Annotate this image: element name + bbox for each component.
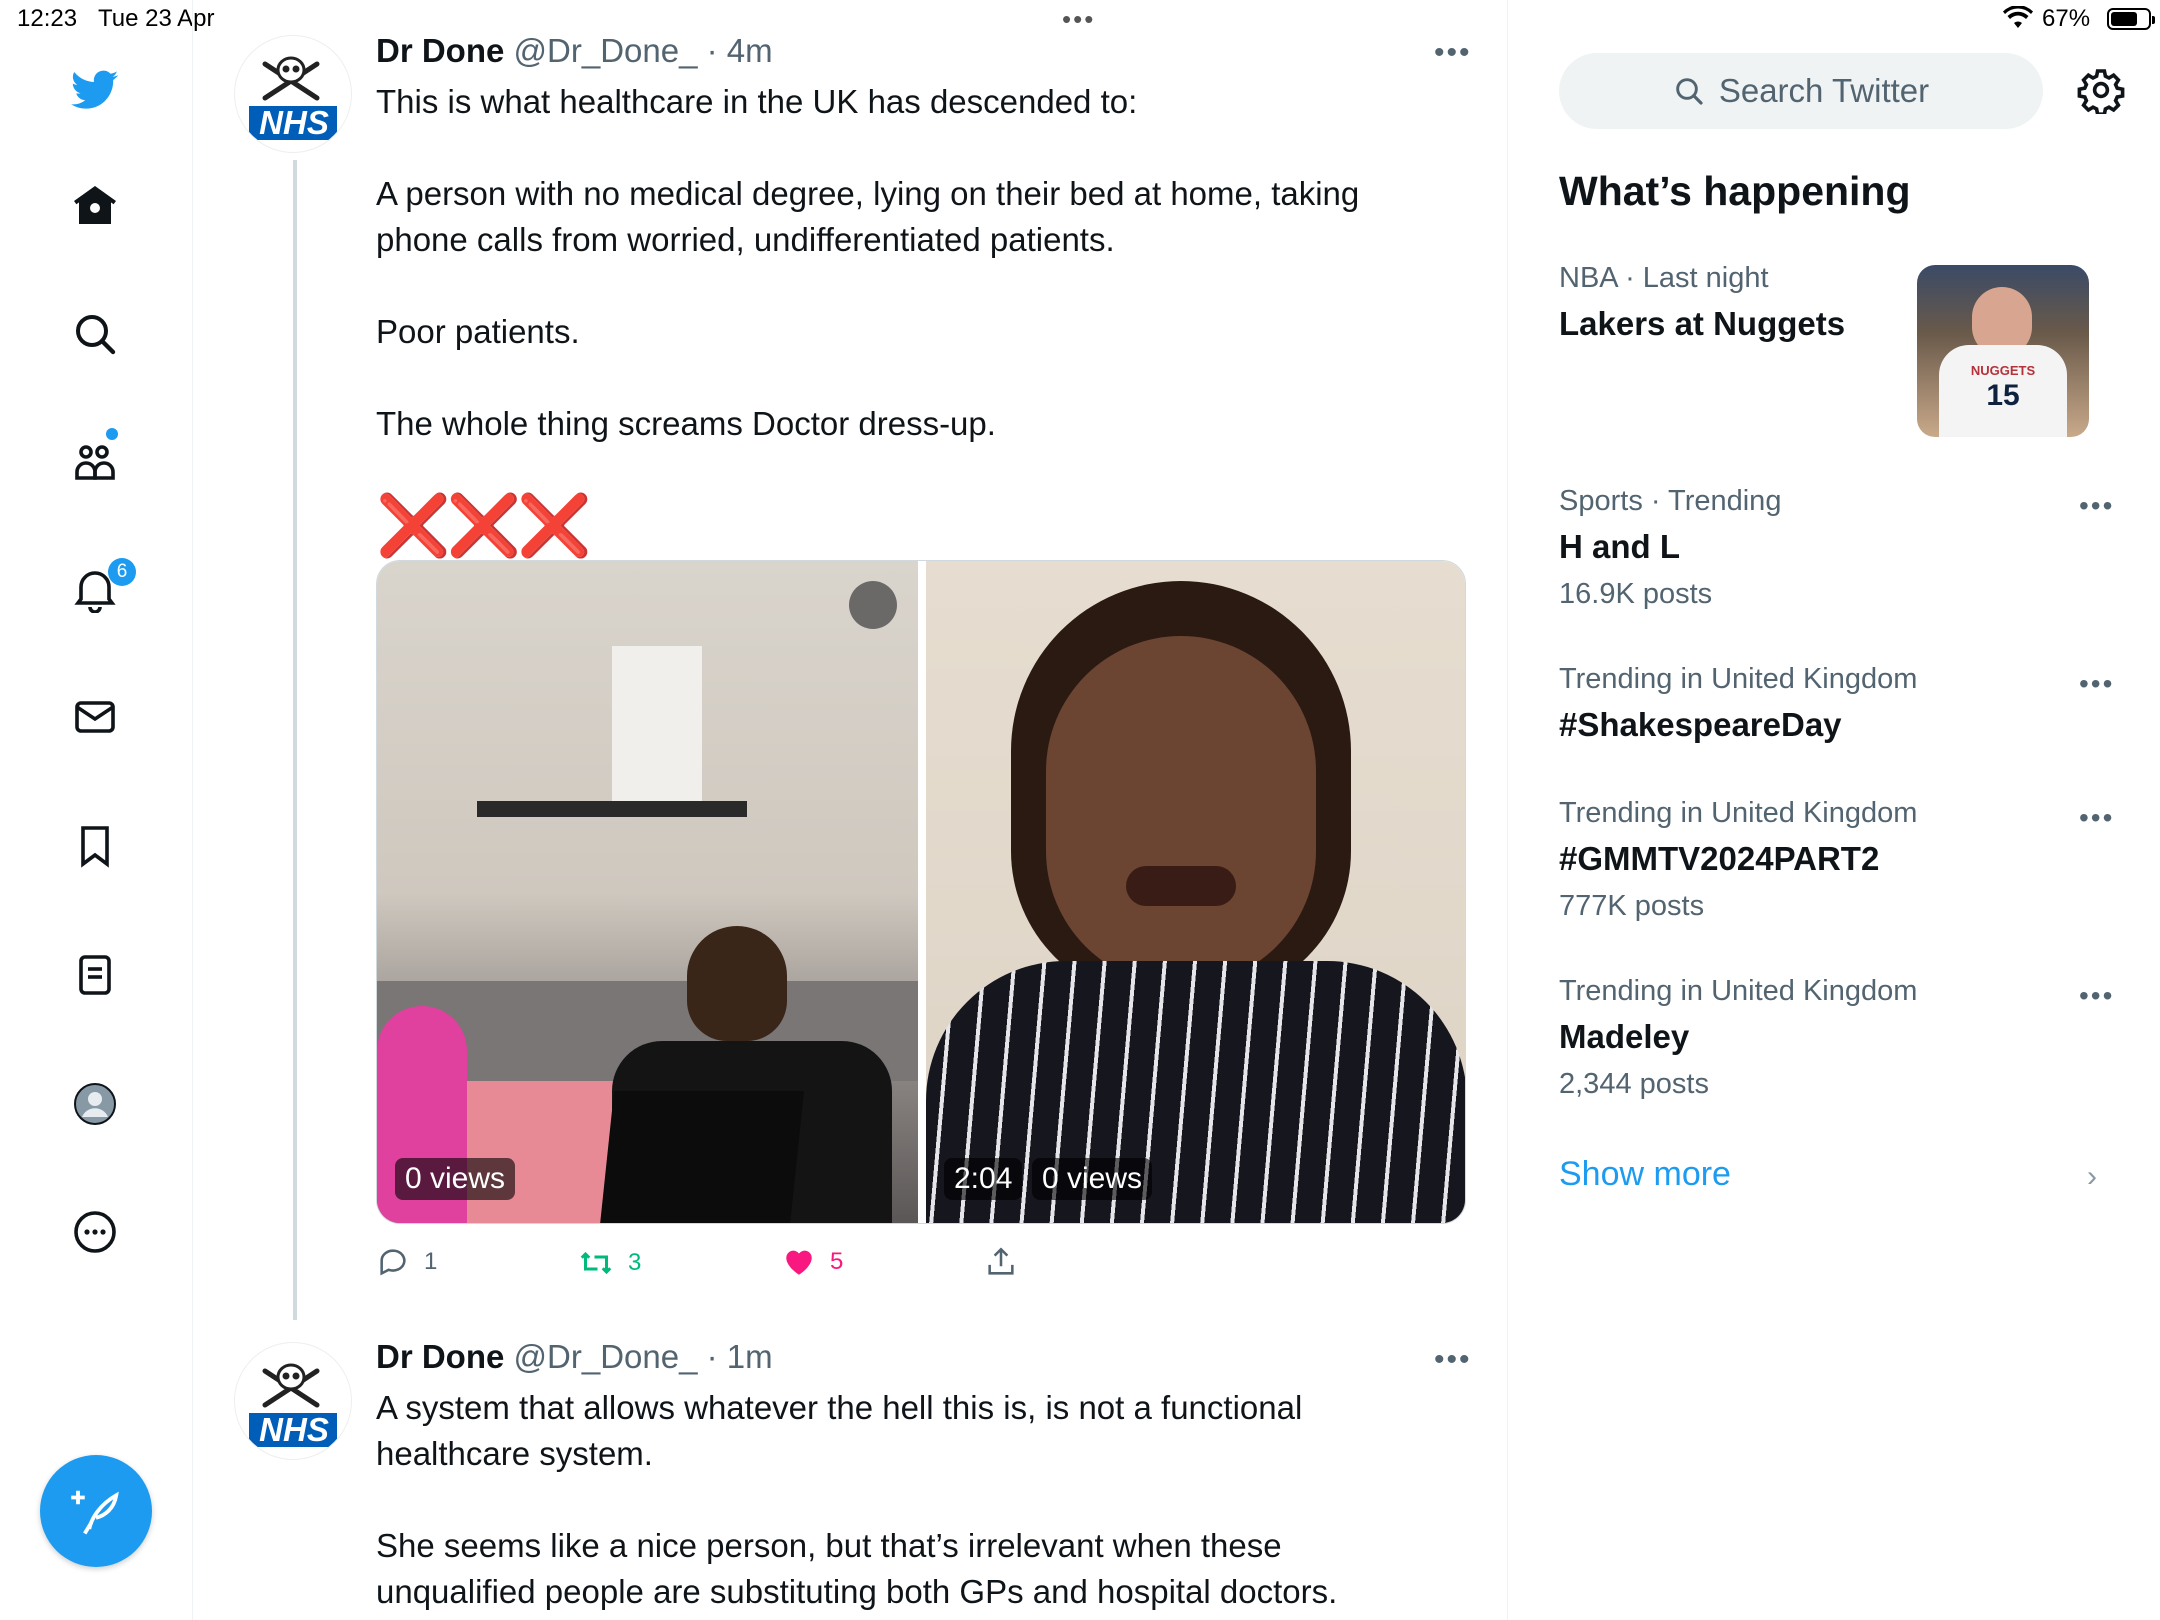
tweet-header: Dr Done @Dr_Done_ · 4m bbox=[376, 32, 773, 70]
like-count: 5 bbox=[830, 1248, 844, 1275]
tweet-emoji: ❌❌❌ bbox=[376, 492, 592, 559]
jersey-number: 15 bbox=[1986, 379, 2020, 412]
more-options-icon[interactable] bbox=[67, 1204, 123, 1260]
trend-more-icon[interactable]: ••• bbox=[2079, 802, 2114, 834]
tweet-time[interactable]: · 4m bbox=[707, 32, 773, 69]
trend-post-count: 2,344 posts bbox=[1559, 1068, 1709, 1100]
twitter-logo-icon[interactable] bbox=[67, 62, 123, 118]
trend-topic: #GMMTV2024PART2 bbox=[1559, 840, 1880, 877]
home-icon[interactable] bbox=[67, 178, 123, 234]
tweet-text: This is what healthcare in the UK has de… bbox=[376, 83, 1360, 442]
reply-action[interactable]: 1 bbox=[376, 1245, 437, 1279]
lists-icon[interactable] bbox=[67, 947, 123, 1003]
tweet-time[interactable]: · 1m bbox=[707, 1338, 773, 1375]
messages-envelope-icon[interactable] bbox=[67, 689, 123, 745]
author-handle[interactable]: @Dr_Done_ bbox=[514, 1338, 698, 1375]
trend-more-icon[interactable]: ••• bbox=[2079, 490, 2114, 522]
trend-context: Trending in United Kingdom bbox=[1559, 797, 1918, 829]
tweet-more-icon[interactable]: ••• bbox=[1434, 1343, 1472, 1377]
trend-context: NBA · Last night bbox=[1559, 262, 1769, 294]
trend-thumbnail[interactable]: NUGGETS 15 bbox=[1917, 265, 2089, 437]
left-navigation: 6 bbox=[0, 0, 193, 1620]
share-action[interactable] bbox=[984, 1245, 1018, 1279]
trend-more-icon[interactable]: ••• bbox=[2079, 668, 2114, 700]
author-name[interactable]: Dr Done bbox=[376, 1338, 504, 1375]
trend-item[interactable]: Trending in United Kingdom #GMMTV2024PAR… bbox=[1559, 797, 1917, 923]
wall-shelf bbox=[477, 801, 747, 817]
person-mouth bbox=[1126, 866, 1236, 906]
video-thumbnail-left[interactable]: 0 views bbox=[377, 561, 918, 1223]
retweet-icon bbox=[580, 1251, 612, 1275]
search-icon bbox=[1676, 78, 1703, 105]
tweet-header: Dr Done @Dr_Done_ · 1m bbox=[376, 1338, 773, 1376]
trend-post-count: 16.9K posts bbox=[1559, 578, 1713, 610]
communities-new-dot bbox=[106, 428, 118, 440]
video-duration: 2:04 bbox=[944, 1158, 1023, 1200]
tweet-more-icon[interactable]: ••• bbox=[1434, 36, 1472, 70]
tweet-text: A system that allows whatever the hell t… bbox=[376, 1389, 1338, 1610]
whats-happening-heading: What’s happening bbox=[1559, 168, 1911, 214]
share-icon bbox=[988, 1247, 1014, 1275]
trend-item[interactable]: Trending in United Kingdom #ShakespeareD… bbox=[1559, 663, 1917, 744]
chevron-right-icon: › bbox=[2087, 1160, 2097, 1193]
retweet-action[interactable]: 3 bbox=[578, 1245, 641, 1281]
heart-filled-icon bbox=[786, 1250, 812, 1275]
settings-gear-icon[interactable] bbox=[2077, 66, 2125, 114]
trend-topic: Lakers at Nuggets bbox=[1559, 305, 1846, 342]
retweet-count: 3 bbox=[628, 1249, 642, 1276]
timeline-feed: NHS Dr Done @Dr_Done_ · 4m ••• This is w… bbox=[194, 0, 1508, 1620]
trend-more-icon[interactable]: ••• bbox=[2079, 980, 2114, 1012]
wall-poster bbox=[612, 646, 702, 801]
trend-context: Trending in United Kingdom bbox=[1559, 975, 1918, 1007]
profile-avatar-icon[interactable] bbox=[67, 1076, 123, 1132]
trend-context: Trending in United Kingdom bbox=[1559, 663, 1918, 695]
like-action[interactable]: 5 bbox=[782, 1245, 843, 1279]
trend-context: Sports · Trending bbox=[1559, 485, 1782, 517]
compose-tweet-button[interactable] bbox=[40, 1455, 152, 1567]
tweet-media-grid[interactable]: 0 views 2:04 0 views bbox=[376, 560, 1466, 1224]
trend-item[interactable]: Sports · Trending H and L 16.9K posts bbox=[1559, 485, 1781, 611]
trend-topic: H and L bbox=[1559, 528, 1680, 565]
right-sidebar: Search Twitter What’s happening NBA · La… bbox=[1509, 0, 2160, 1620]
communities-icon[interactable] bbox=[67, 434, 123, 490]
nhs-logo: NHS bbox=[259, 104, 329, 141]
trend-post-count: 777K posts bbox=[1559, 890, 1705, 922]
reply-count: 1 bbox=[424, 1248, 438, 1275]
feather-plus-icon bbox=[71, 1490, 119, 1535]
reply-icon bbox=[380, 1249, 406, 1276]
search-twitter-input[interactable]: Search Twitter bbox=[1559, 53, 2043, 129]
video-views-right: 0 views bbox=[1032, 1158, 1153, 1200]
tweet-author-avatar[interactable]: NHS bbox=[234, 1342, 352, 1460]
trend-item[interactable]: Trending in United Kingdom Madeley 2,344… bbox=[1559, 975, 1917, 1101]
tweet-author-avatar[interactable]: NHS bbox=[234, 35, 352, 153]
jersey-team: NUGGETS bbox=[1970, 363, 2036, 378]
thread-connector bbox=[293, 160, 297, 1320]
notifications-badge: 6 bbox=[108, 558, 136, 586]
person-face bbox=[1046, 636, 1316, 986]
bookmarks-icon[interactable] bbox=[67, 818, 123, 874]
laptop bbox=[599, 1091, 805, 1223]
person-head bbox=[687, 926, 787, 1041]
show-more-link[interactable]: Show more bbox=[1559, 1155, 1731, 1194]
trend-item[interactable]: NBA · Last night Lakers at Nuggets bbox=[1559, 262, 1845, 343]
search-placeholder: Search Twitter bbox=[1718, 72, 1930, 109]
nhs-logo: NHS bbox=[259, 1411, 329, 1448]
trend-topic: Madeley bbox=[1559, 1018, 1690, 1055]
video-views-left: 0 views bbox=[395, 1158, 516, 1200]
trend-topic: #ShakespeareDay bbox=[1559, 706, 1842, 743]
author-name[interactable]: Dr Done bbox=[376, 32, 504, 69]
captions-off-icon[interactable] bbox=[849, 581, 897, 629]
video-thumbnail-right[interactable]: 2:04 0 views bbox=[926, 561, 1465, 1223]
author-handle[interactable]: @Dr_Done_ bbox=[514, 32, 698, 69]
explore-search-icon[interactable] bbox=[67, 306, 123, 362]
